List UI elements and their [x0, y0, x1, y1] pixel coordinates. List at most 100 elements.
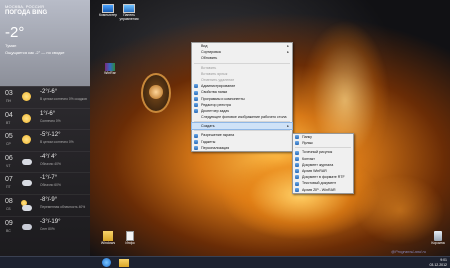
desktop-icon-winrar[interactable]: WinRar: [98, 63, 122, 75]
menu-item-label: Документ в формате RTF: [302, 175, 345, 180]
forecast-day: 04 ВТ 1°/-6° Солнечно 0%: [0, 107, 90, 130]
menu-item-icon: [194, 139, 198, 144]
forecast-desc: Облачно 40%: [40, 161, 61, 166]
folder-icon: [119, 259, 129, 267]
menu-item[interactable]: Персонализация: [192, 145, 292, 151]
weather-current-temp: -2°: [5, 24, 25, 41]
desktop-icon-label: Корзина: [431, 241, 445, 245]
forecast-date: 07: [5, 176, 13, 184]
menu-item-icon: [295, 181, 299, 186]
forecast-desc: Облачно 60%: [40, 183, 61, 188]
menu-separator: [194, 130, 290, 132]
weather-header: МОСКВА, РОССИЯ ПОГОДА BING -2° Туман Ощу…: [0, 0, 90, 86]
forecast-weekday: ЧТ: [6, 163, 11, 168]
menu-item-label: Создать: [201, 124, 215, 129]
menu-item-label: Текстовый документ: [302, 181, 337, 186]
watermark: @ProgramsLand.ru: [391, 249, 426, 254]
menu-item-icon: [194, 90, 198, 95]
create-submenu: Папку Ярлык Точечный рисунок Контакт Докумен…: [292, 133, 354, 194]
menu-item-icon: [295, 156, 299, 161]
forecast-desc: В целом солнечно 0% осадков: [40, 97, 87, 101]
tray-icons[interactable]: [388, 261, 412, 265]
menu-item-icon: [194, 133, 198, 138]
desktop-context-menu: Вид ▸ Сортировка ▸ Обновить Вставить Вставить …: [191, 42, 293, 152]
explorer-taskbar-button[interactable]: [118, 258, 130, 268]
computer-icon: [102, 4, 114, 13]
menu-item-label: Программы и компоненты: [201, 96, 245, 101]
menu-item-label: Следующее фоновое изображение рабочего с…: [201, 115, 287, 120]
menu-item[interactable]: Обновить: [192, 55, 292, 61]
menu-item-label: Администрирование: [201, 84, 236, 89]
chevron-right-icon: ▸: [287, 124, 289, 129]
menu-item[interactable]: Следующее фоновое изображение рабочего с…: [192, 114, 292, 120]
menu-item[interactable]: Архив ZIP - WinRAR: [293, 187, 353, 193]
ie-taskbar-button[interactable]: [100, 258, 112, 268]
forecast-temp: -3°/-19°: [40, 218, 61, 225]
sun-icon: [22, 92, 32, 102]
menu-item-label: Архив ZIP - WinRAR: [302, 187, 336, 192]
forecast-day: 08 СБ -8°/-9° Переменная облачность 40%: [0, 193, 90, 216]
weather-gadget[interactable]: МОСКВА, РОССИЯ ПОГОДА BING -2° Туман Ощу…: [0, 0, 90, 256]
weather-condition: Туман: [5, 43, 17, 48]
recycle-bin-icon: [434, 231, 442, 241]
weather-city: МОСКВА, РОССИЯ: [5, 4, 45, 9]
taskbar: 9:01 03.12.2012: [0, 256, 450, 268]
menu-item-label: Папку: [302, 135, 312, 139]
folder-icon: [103, 231, 113, 241]
menu-item-label: Отменить удаление: [201, 77, 235, 82]
cloud-icon: [22, 178, 32, 188]
menu-item-label: Ярлык: [302, 141, 313, 146]
forecast-weekday: ВС: [6, 228, 11, 233]
menu-item-label: Обновить: [201, 56, 218, 61]
forecast-weekday: СБ: [6, 206, 11, 211]
desktop-icon-document[interactable]: Инфо: [118, 231, 142, 245]
menu-item-label: Разрешение экрана: [201, 133, 235, 138]
forecast-date: 04: [5, 111, 13, 119]
forecast-weekday: ВТ: [6, 120, 11, 125]
menu-item-icon: [295, 175, 299, 180]
forecast-temp: 1°/-6°: [40, 110, 56, 117]
menu-item[interactable]: Ярлык: [293, 140, 353, 146]
desktop-icon-folder[interactable]: Windows: [96, 231, 120, 245]
menu-item-icon: [194, 109, 198, 114]
weather-condition-detail: Ощущается как -2° — по сводке: [5, 50, 65, 55]
desktop[interactable]: МОСКВА, РОССИЯ ПОГОДА BING -2° Туман Ощу…: [0, 0, 450, 256]
winrar-icon: [105, 63, 115, 71]
menu-item-label: Контакт: [302, 156, 315, 161]
menu-item-label: Свойства папки: [201, 90, 228, 95]
snow-icon: [22, 222, 32, 232]
desktop-icon-label: Инфо: [125, 241, 135, 245]
forecast-desc: Солнечно 0%: [40, 118, 61, 123]
forecast-temp: -5°/-12°: [40, 132, 61, 139]
forecast-desc: Снег 80%: [40, 226, 55, 231]
menu-item-label: Точечный рисунок: [302, 150, 333, 155]
forecast-day: 03 ПН -2°/-6° В целом солнечно 0% осадков: [0, 86, 90, 108]
forecast-temp: -4°/ 4°: [40, 153, 57, 160]
forecast-temp: -8°/-9°: [40, 196, 58, 203]
menu-item-label: Сортировка: [201, 50, 221, 55]
forecast-temp: -1°/-7°: [40, 175, 58, 182]
taskbar-clock[interactable]: 9:01 03.12.2012: [429, 258, 447, 267]
weather-forecast-list: 03 ПН -2°/-6° В целом солнечно 0% осадков 04…: [0, 86, 90, 237]
internet-explorer-icon: [101, 258, 111, 267]
desktop-icon-control-panel[interactable]: Панель управления: [117, 4, 141, 21]
menu-item-label: Гаджеты: [201, 139, 216, 144]
menu-item-icon: [194, 96, 198, 101]
desktop-icon-recycle-bin[interactable]: Корзина: [426, 231, 450, 245]
sun-icon: [22, 135, 32, 145]
forecast-date: 08: [5, 197, 13, 205]
menu-item-icon: [194, 102, 198, 107]
menu-item-label: Вставить ярлык: [201, 71, 228, 76]
menu-item-label: Документ журнала: [302, 162, 334, 167]
control-panel-icon: [123, 4, 135, 13]
menu-item[interactable]: Создать ▸: [191, 122, 293, 131]
menu-item-label: Редактор реестра: [201, 102, 231, 107]
menu-item-icon: [295, 162, 299, 167]
menu-item-icon: [194, 84, 198, 89]
desktop-icon-label: Windows: [100, 241, 116, 245]
menu-item-icon: [295, 135, 299, 140]
document-icon: [126, 231, 134, 241]
menu-item-label: Персонализация: [201, 145, 230, 150]
forecast-weekday: СР: [6, 142, 11, 147]
forecast-temp: -2°/-6°: [40, 89, 58, 95]
